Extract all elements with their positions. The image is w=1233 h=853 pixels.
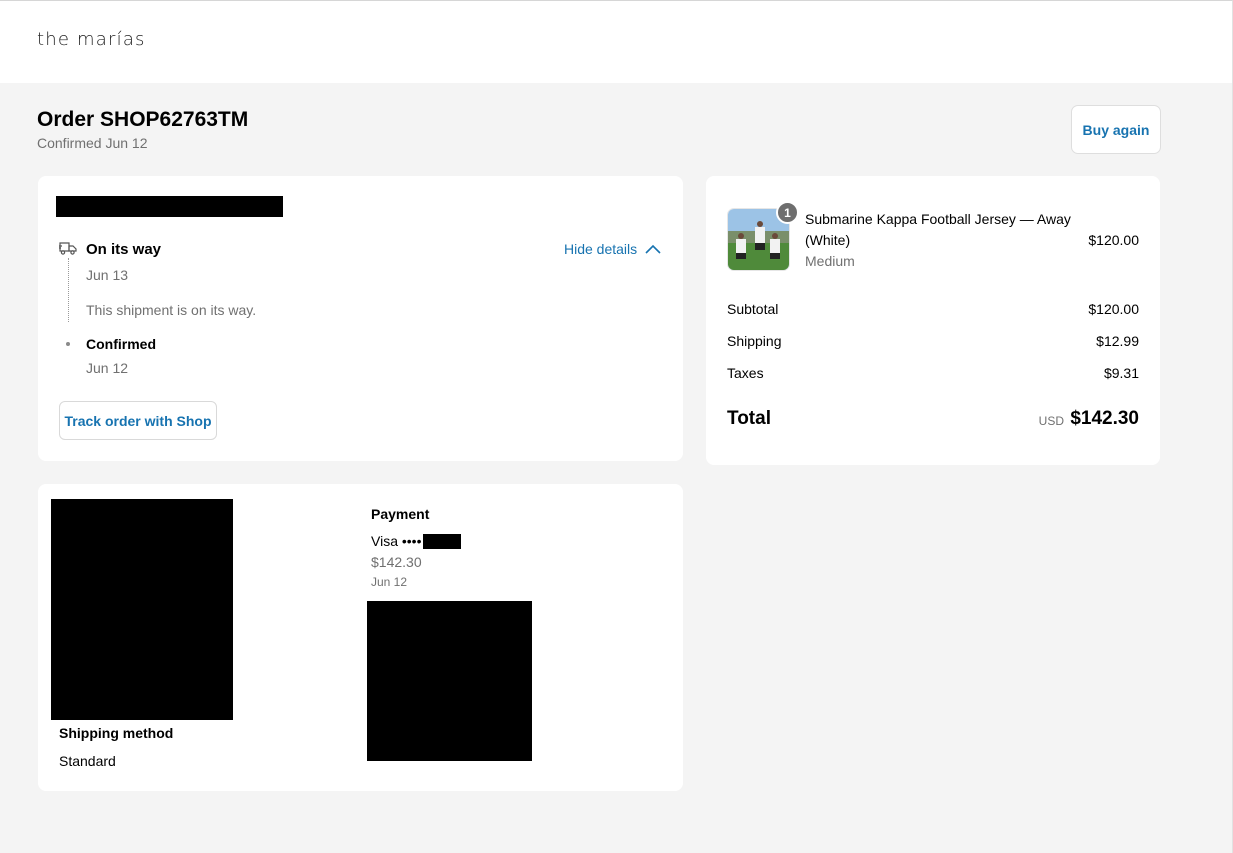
buy-again-button[interactable]: Buy again bbox=[1071, 105, 1161, 154]
site-header: the marías bbox=[0, 1, 1232, 83]
event-title-confirmed: Confirmed bbox=[86, 336, 156, 352]
track-order-button[interactable]: Track order with Shop bbox=[59, 401, 217, 440]
timeline-connector bbox=[68, 258, 69, 322]
shipping-method-title: Shipping method bbox=[59, 725, 174, 741]
product-price: $120.00 bbox=[1088, 232, 1139, 248]
payment-card: Visa •••• bbox=[371, 533, 421, 549]
hide-details-label: Hide details bbox=[564, 241, 638, 257]
chevron-up-icon bbox=[645, 241, 661, 257]
event-date-confirmed: Jun 12 bbox=[86, 360, 129, 376]
product-variant: Medium bbox=[805, 253, 855, 269]
redacted-heading bbox=[56, 196, 283, 217]
total-currency: USD bbox=[1038, 414, 1064, 428]
redacted-billing-address bbox=[367, 601, 532, 761]
shipping-label: Shipping bbox=[727, 333, 782, 349]
hide-details-toggle[interactable]: Hide details bbox=[564, 241, 661, 257]
event-date-on-its-way: Jun 13 bbox=[86, 267, 129, 283]
product-name: Submarine Kappa Football Jersey — Away (… bbox=[805, 211, 1071, 248]
order-info-card: Payment Visa •••• $142.30 Jun 12 Shippin… bbox=[38, 484, 683, 791]
quantity-badge: 1 bbox=[776, 201, 799, 224]
subtotal-value: $120.00 bbox=[1088, 301, 1139, 317]
card-brand-masked: Visa •••• bbox=[371, 533, 422, 549]
taxes-label: Taxes bbox=[727, 365, 764, 381]
redacted-card-digits bbox=[423, 534, 461, 549]
order-confirmed-date: Confirmed Jun 12 bbox=[37, 135, 148, 151]
redacted-contact-address bbox=[51, 499, 233, 720]
event-title-on-its-way: On its way bbox=[86, 241, 162, 258]
shipping-method-value: Standard bbox=[59, 753, 116, 769]
payment-amount: $142.30 bbox=[371, 554, 422, 570]
delivery-truck-icon bbox=[59, 240, 77, 256]
event-description: This shipment is on its way. bbox=[86, 302, 257, 318]
shipment-status-card: On its way Jun 13 This shipment is on it… bbox=[38, 176, 683, 461]
shipping-value: $12.99 bbox=[1096, 333, 1139, 349]
order-summary-card: 1 Submarine Kappa Football Jersey — Away… bbox=[706, 176, 1160, 465]
total-label: Total bbox=[727, 408, 771, 429]
payment-date: Jun 12 bbox=[371, 575, 408, 589]
page-title: Order SHOP62763TM bbox=[37, 108, 249, 131]
store-logo[interactable]: the marías bbox=[37, 29, 146, 50]
total-value: $142.30 bbox=[1070, 408, 1139, 429]
taxes-value: $9.31 bbox=[1103, 365, 1139, 381]
subtotal-label: Subtotal bbox=[727, 301, 779, 317]
timeline-dot bbox=[66, 342, 70, 346]
payment-title: Payment bbox=[371, 506, 430, 522]
